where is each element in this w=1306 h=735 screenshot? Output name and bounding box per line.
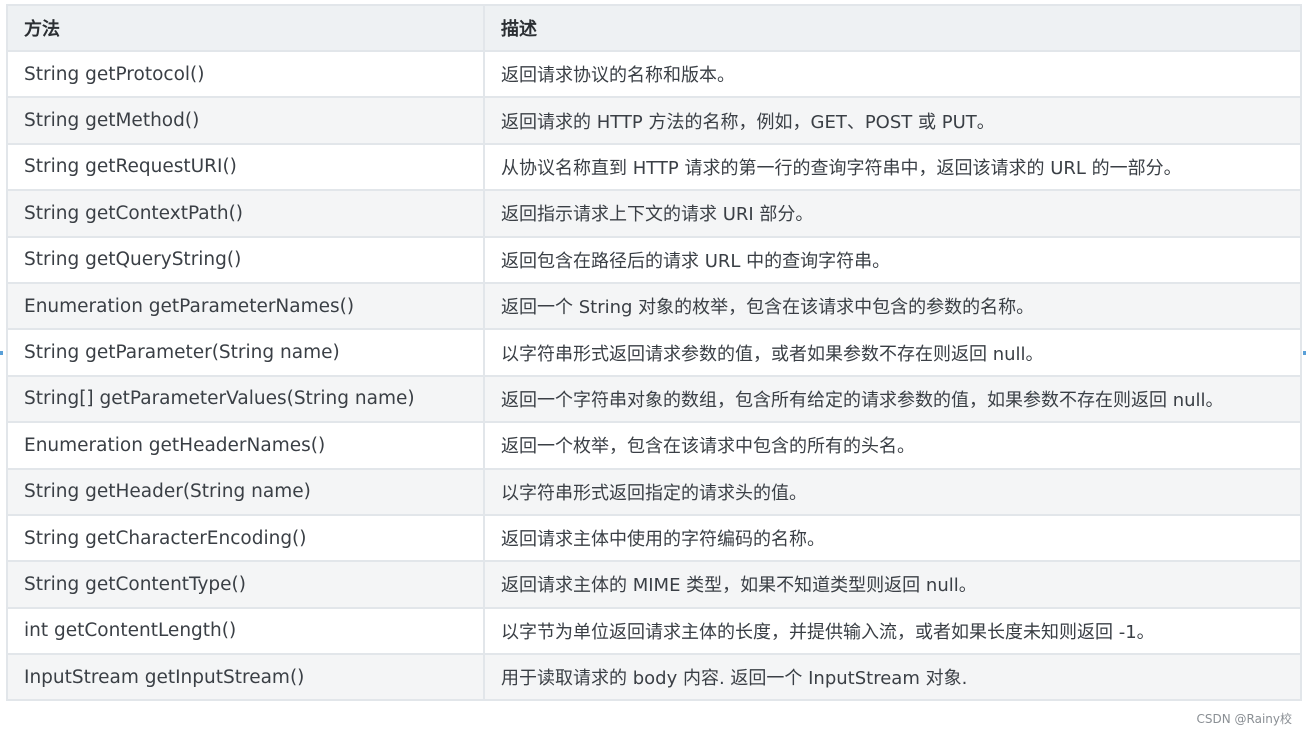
table-row: String[] getParameterValues(String name)… <box>6 374 1302 424</box>
table-row: String getProtocol() 返回请求协议的名称和版本。 <box>6 49 1302 99</box>
description-cell: 返回一个枚举，包含在该请求中包含的所有的头名。 <box>483 421 1302 470</box>
description-cell: 返回请求协议的名称和版本。 <box>483 49 1302 99</box>
method-cell: String getRequestURI() <box>6 142 485 192</box>
table-row: String getMethod() 返回请求的 HTTP 方法的名称，例如，G… <box>6 96 1302 145</box>
table-row: String getContextPath() 返回指示请求上下文的请求 URI… <box>6 189 1302 238</box>
method-cell: String getCharacterEncoding() <box>6 513 485 563</box>
table-row: int getContentLength() 以字节为单位返回请求主体的长度，并… <box>6 606 1302 656</box>
description-cell: 返回指示请求上下文的请求 URI 部分。 <box>483 189 1302 238</box>
description-cell: 以字符串形式返回请求参数的值，或者如果参数不存在则返回 null。 <box>483 328 1302 377</box>
method-cell: String getHeader(String name) <box>6 467 485 516</box>
method-cell: Enumeration getParameterNames() <box>6 281 485 331</box>
method-cell: String getParameter(String name) <box>6 328 485 377</box>
left-edge-marker <box>0 351 3 355</box>
table-row: String getHeader(String name) 以字符串形式返回指定… <box>6 467 1302 516</box>
description-cell: 返回一个 String 对象的枚举，包含在该请求中包含的参数的名称。 <box>483 281 1302 331</box>
method-cell: String getProtocol() <box>6 49 485 99</box>
table-row: String getRequestURI() 从协议名称直到 HTTP 请求的第… <box>6 142 1302 192</box>
method-cell: int getContentLength() <box>6 606 485 656</box>
description-cell: 返回请求主体的 MIME 类型，如果不知道类型则返回 null。 <box>483 560 1302 609</box>
table-row: InputStream getInputStream() 用于读取请求的 bod… <box>6 653 1302 702</box>
method-cell: Enumeration getHeaderNames() <box>6 421 485 470</box>
description-cell: 以字符串形式返回指定的请求头的值。 <box>483 467 1302 516</box>
table-row: Enumeration getHeaderNames() 返回一个枚举，包含在该… <box>6 421 1302 470</box>
method-cell: String getContextPath() <box>6 189 485 238</box>
table-header-row: 方法 描述 <box>6 4 1302 52</box>
description-cell: 返回一个字符串对象的数组，包含所有给定的请求参数的值，如果参数不存在则返回 nu… <box>483 374 1302 424</box>
table-row: String getParameter(String name) 以字符串形式返… <box>6 328 1302 377</box>
table-row: Enumeration getParameterNames() 返回一个 Str… <box>6 281 1302 331</box>
description-cell: 返回请求的 HTTP 方法的名称，例如，GET、POST 或 PUT。 <box>483 96 1302 145</box>
header-description: 描述 <box>483 4 1302 52</box>
table-row: String getCharacterEncoding() 返回请求主体中使用的… <box>6 513 1302 563</box>
method-cell: InputStream getInputStream() <box>6 653 485 702</box>
method-table-container: 方法 描述 String getProtocol() 返回请求协议的名称和版本。… <box>6 4 1302 732</box>
method-cell: String getContentType() <box>6 560 485 609</box>
description-cell: 以字节为单位返回请求主体的长度，并提供输入流，或者如果长度未知则返回 -1。 <box>483 606 1302 656</box>
method-table: 方法 描述 String getProtocol() 返回请求协议的名称和版本。… <box>6 4 1302 702</box>
description-cell: 返回请求主体中使用的字符编码的名称。 <box>483 513 1302 563</box>
method-cell: String getMethod() <box>6 96 485 145</box>
table-row: String getQueryString() 返回包含在路径后的请求 URL … <box>6 235 1302 284</box>
table-row: String getContentType() 返回请求主体的 MIME 类型，… <box>6 560 1302 609</box>
method-cell: String getQueryString() <box>6 235 485 284</box>
description-cell: 从协议名称直到 HTTP 请求的第一行的查询字符串中，返回该请求的 URL 的一… <box>483 142 1302 192</box>
method-cell: String[] getParameterValues(String name) <box>6 374 485 424</box>
description-cell: 用于读取请求的 body 内容. 返回一个 InputStream 对象. <box>483 653 1302 702</box>
header-method: 方法 <box>6 4 485 52</box>
watermark-text: CSDN @Rainy校 <box>1196 712 1293 726</box>
description-cell: 返回包含在路径后的请求 URL 中的查询字符串。 <box>483 235 1302 284</box>
